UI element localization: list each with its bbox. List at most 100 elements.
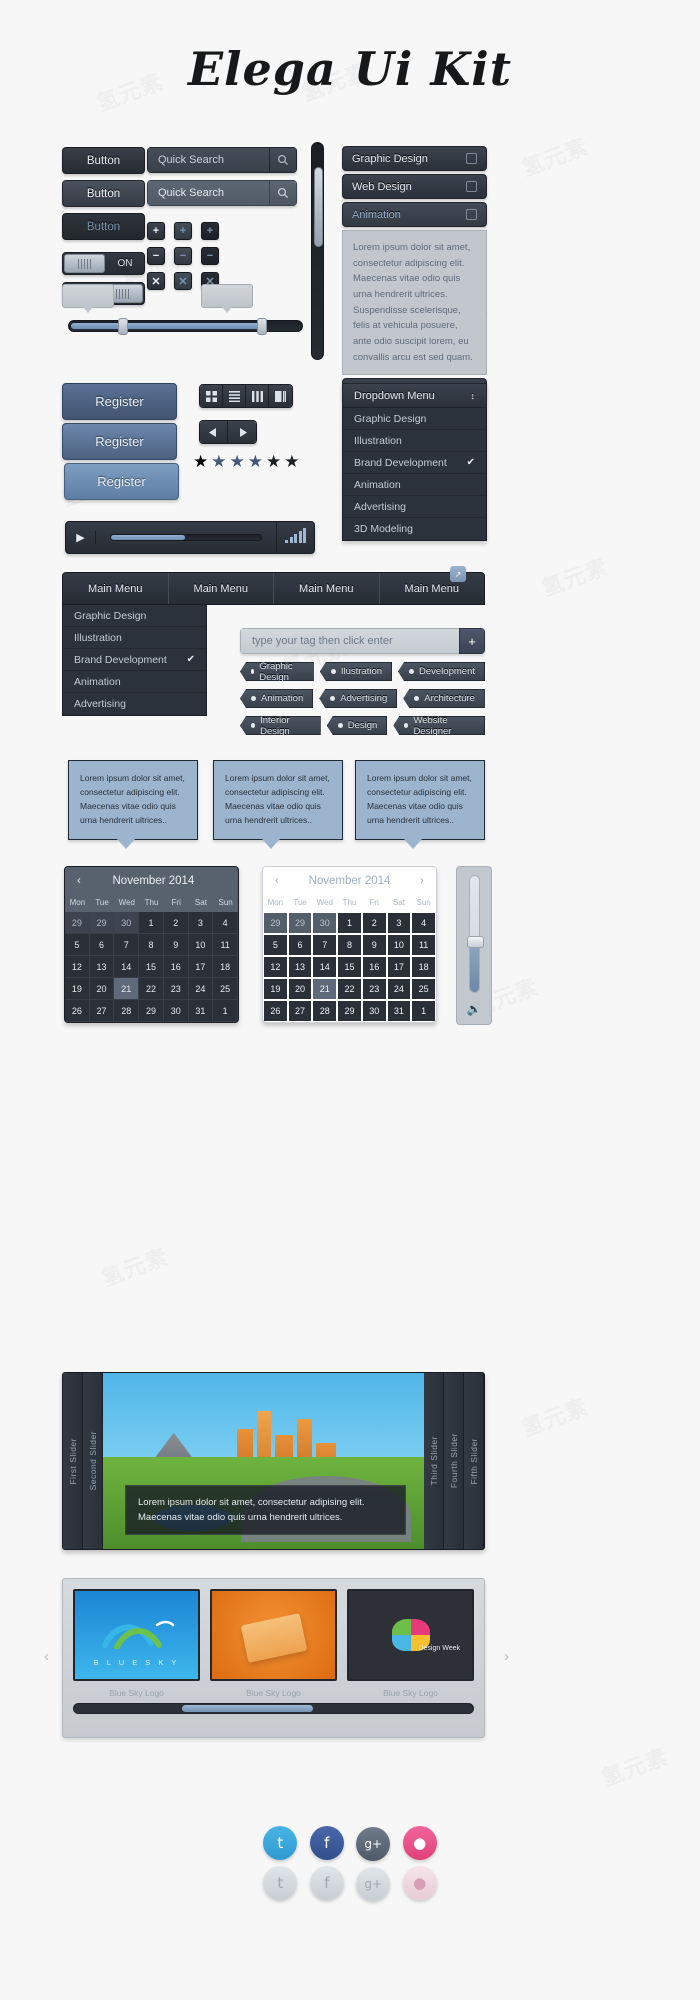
calendar-day[interactable]: 3: [386, 912, 412, 934]
calendar-day[interactable]: 3: [188, 912, 214, 934]
view-switcher[interactable]: [199, 384, 293, 408]
calendar-day[interactable]: 23: [163, 978, 189, 1000]
calendar-day[interactable]: 15: [337, 956, 362, 978]
minus-button[interactable]: −: [201, 247, 219, 265]
calendar-day[interactable]: 24: [386, 978, 412, 1000]
calendar-day[interactable]: 31: [188, 1000, 214, 1022]
minus-button[interactable]: −: [147, 247, 165, 265]
calendar-day[interactable]: 30: [163, 1000, 189, 1022]
plus-button[interactable]: +: [147, 222, 165, 240]
prev-arrow-icon[interactable]: [200, 421, 228, 443]
calendar-day[interactable]: 9: [361, 934, 387, 956]
calendar-day[interactable]: 14: [114, 956, 140, 978]
tag-chip[interactable]: Advertising: [319, 689, 398, 708]
submenu-item-graphic-design[interactable]: Graphic Design: [63, 605, 206, 627]
volume-slider[interactable]: 🔊: [456, 866, 492, 1025]
dropdown-item-advertising[interactable]: Advertising: [343, 496, 486, 518]
calendar-day[interactable]: 26: [263, 1000, 288, 1022]
calendar-day[interactable]: 25: [411, 978, 436, 1000]
facebook-icon-disabled[interactable]: f: [309, 1866, 344, 1900]
tag-input-row[interactable]: type your tag then click enter +: [240, 628, 485, 654]
calendar-next-button[interactable]: ›: [420, 875, 424, 887]
dropdown-header[interactable]: Dropdown Menu ↕: [342, 383, 487, 408]
gallery-prev-arrow[interactable]: ‹: [44, 1648, 49, 1665]
toggle-knob[interactable]: [64, 254, 105, 273]
dribbble-icon[interactable]: ●: [402, 1826, 437, 1860]
tag-chip[interactable]: Animation: [240, 689, 314, 708]
star-filled[interactable]: ★: [193, 452, 208, 472]
gallery-card-design-week[interactable]: Design Week: [347, 1589, 474, 1681]
calendar-day[interactable]: 26: [65, 1000, 90, 1022]
dropdown-item-animation[interactable]: Animation: [343, 474, 486, 496]
calendar-day[interactable]: 9: [163, 934, 189, 956]
calendar-day[interactable]: 29: [337, 1000, 362, 1022]
calendar-day[interactable]: 12: [263, 956, 288, 978]
calendar-day[interactable]: 19: [65, 978, 90, 1000]
calendar-light[interactable]: ‹ November 2014 › Mon Tue Wed Thu Fri Sa…: [262, 866, 437, 1023]
slider-tab-fourth[interactable]: Fourth Slider: [444, 1373, 464, 1549]
calendar-day[interactable]: 14: [312, 956, 338, 978]
calendar-dark[interactable]: ‹ November 2014 Mon Tue Wed Thu Fri Sat …: [64, 866, 239, 1023]
slider-tab-first[interactable]: First Slider: [63, 1373, 83, 1549]
calendar-day[interactable]: 30: [312, 912, 338, 934]
search-icon[interactable]: [269, 147, 297, 173]
calendar-day[interactable]: 15: [139, 956, 164, 978]
googleplus-icon[interactable]: g+: [356, 1827, 391, 1861]
accordion-item-web-design[interactable]: Web Design: [342, 174, 487, 199]
tag-chip[interactable]: Interior Design: [240, 716, 321, 735]
dribbble-icon-disabled[interactable]: ●: [402, 1866, 437, 1900]
pager[interactable]: [199, 420, 257, 444]
calendar-day[interactable]: 2: [361, 912, 387, 934]
search-input[interactable]: Quick Search: [147, 180, 269, 206]
submenu-item-brand-development[interactable]: Brand Development ✔: [63, 649, 206, 671]
dropdown-item-graphic-design[interactable]: Graphic Design: [343, 408, 486, 430]
tab-main-menu-3[interactable]: Main Menu: [274, 573, 380, 604]
star-filled[interactable]: ★: [211, 452, 226, 472]
button-active[interactable]: Button: [62, 213, 145, 240]
calendar-day[interactable]: 13: [287, 956, 313, 978]
next-arrow-icon[interactable]: [228, 421, 256, 443]
accordion-item-animation[interactable]: Animation: [342, 202, 487, 227]
close-button[interactable]: ✕: [147, 272, 165, 290]
close-button[interactable]: ✕: [174, 272, 192, 290]
calendar-prev-button[interactable]: ‹: [275, 875, 279, 887]
grid-icon[interactable]: [200, 385, 223, 407]
tag-chip[interactable]: Website Designer: [393, 716, 485, 735]
tab-main-menu-1[interactable]: Main Menu: [63, 573, 169, 604]
register-button[interactable]: Register: [62, 383, 177, 420]
slider-stage[interactable]: Lorem ipsum dolor sit amet, consectetur …: [103, 1373, 424, 1549]
button-primary[interactable]: Button: [62, 147, 145, 174]
star-empty[interactable]: ★: [266, 452, 281, 472]
calendar-prev-button[interactable]: ‹: [77, 875, 81, 887]
star-empty[interactable]: ★: [284, 452, 299, 472]
media-player[interactable]: ▶: [65, 521, 315, 554]
calendar-day[interactable]: 11: [213, 934, 238, 956]
calendar-day[interactable]: 1: [139, 912, 164, 934]
calendar-day[interactable]: 29: [89, 912, 115, 934]
calendar-day[interactable]: 4: [411, 912, 436, 934]
volume-rail[interactable]: [466, 875, 484, 993]
facebook-icon[interactable]: f: [309, 1826, 344, 1860]
calendar-day[interactable]: 17: [386, 956, 412, 978]
slider-tab-fifth[interactable]: Fifth Slider: [464, 1373, 484, 1549]
accordion-item-graphic-design[interactable]: Graphic Design: [342, 146, 487, 171]
player-progress-track[interactable]: [110, 534, 262, 541]
calendar-day[interactable]: 22: [337, 978, 362, 1000]
menu-badge[interactable]: ↗: [450, 566, 466, 582]
tag-chip[interactable]: Development: [398, 662, 485, 681]
calendar-day[interactable]: 10: [386, 934, 412, 956]
rating-stars[interactable]: ★ ★ ★ ★ ★ ★: [193, 452, 300, 472]
plus-button[interactable]: +: [201, 222, 219, 240]
star-filled[interactable]: ★: [248, 452, 263, 472]
search-input[interactable]: Quick Search: [147, 147, 269, 173]
calendar-day[interactable]: 25: [213, 978, 238, 1000]
submenu-item-animation[interactable]: Animation: [63, 671, 206, 693]
calendar-day[interactable]: 6: [89, 934, 115, 956]
tag-chip[interactable]: Design: [326, 716, 388, 735]
main-menu-tabs[interactable]: Main Menu Main Menu Main Menu Main Menu: [62, 572, 485, 605]
calendar-day[interactable]: 4: [213, 912, 238, 934]
slider-handle-left[interactable]: [118, 318, 128, 335]
register-button[interactable]: Register: [64, 463, 179, 500]
calendar-day[interactable]: 20: [89, 978, 115, 1000]
calendar-day[interactable]: 6: [287, 934, 313, 956]
